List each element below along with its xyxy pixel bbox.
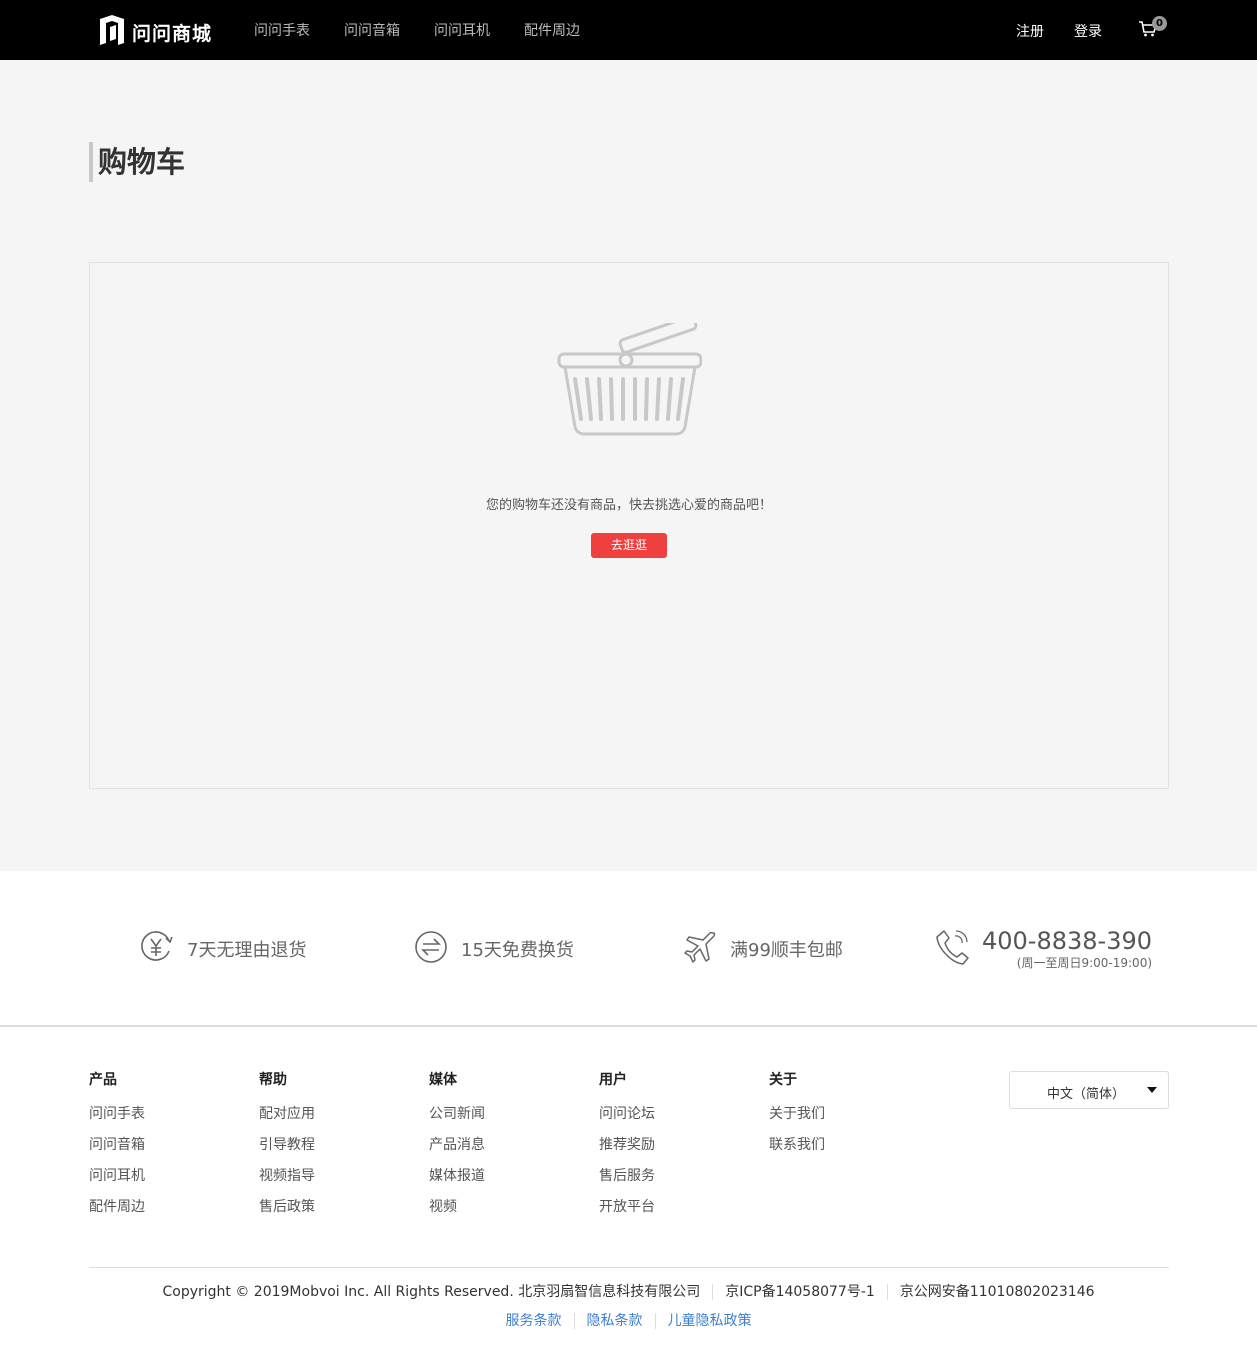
airplane-icon bbox=[684, 930, 718, 968]
footer-column-title: 产品 bbox=[89, 1072, 117, 1088]
service-strip: 7天无理由退货 15天免费换货 满99顺丰包邮 400-8838-390 (周一 bbox=[0, 871, 1257, 1027]
empty-basket-icon bbox=[557, 315, 703, 442]
caret-down-icon bbox=[1147, 1087, 1157, 1093]
cart-count-badge: 0 bbox=[1152, 16, 1167, 31]
footer-link[interactable]: 推荐奖励 bbox=[599, 1137, 759, 1168]
footer-link[interactable]: 配件周边 bbox=[89, 1199, 249, 1230]
separator bbox=[573, 1313, 575, 1329]
logo-icon bbox=[98, 13, 126, 51]
copyright-line: Copyright © 2019Mobvoi Inc. All Rights R… bbox=[0, 1281, 1257, 1301]
footer-link[interactable]: 引导教程 bbox=[259, 1137, 419, 1168]
footer-column-title: 关于 bbox=[769, 1072, 797, 1088]
register-link[interactable]: 注册 bbox=[1016, 21, 1044, 41]
footer-column-title: 帮助 bbox=[259, 1072, 287, 1088]
copyright-text: Copyright © 2019Mobvoi Inc. All Rights R… bbox=[162, 1284, 701, 1300]
page-title: 购物车 bbox=[89, 142, 185, 182]
separator bbox=[886, 1284, 888, 1300]
privacy-link[interactable]: 隐私条款 bbox=[587, 1313, 643, 1329]
terms-link[interactable]: 服务条款 bbox=[506, 1313, 562, 1329]
footer-link[interactable]: 媒体报道 bbox=[429, 1168, 589, 1199]
empty-cart-message: 您的购物车还没有商品，快去挑选心爱的商品吧！ bbox=[485, 498, 772, 513]
service-return-text: 7天无理由退货 bbox=[187, 940, 307, 961]
footer-link[interactable]: 售后服务 bbox=[599, 1168, 759, 1199]
separator bbox=[654, 1313, 656, 1329]
footer-column-title: 用户 bbox=[599, 1072, 627, 1088]
service-exchange-text: 15天免费换货 bbox=[461, 940, 574, 961]
service-return: 7天无理由退货 bbox=[139, 871, 306, 1027]
language-select-value: 中文（简体） bbox=[1047, 1087, 1126, 1102]
go-shopping-button[interactable]: 去逛逛 bbox=[591, 533, 667, 558]
nav-item-watch[interactable]: 问问手表 bbox=[254, 20, 310, 40]
exchange-icon bbox=[413, 929, 449, 969]
footer-link[interactable]: 视频 bbox=[429, 1199, 589, 1230]
footer-link[interactable]: 开放平台 bbox=[599, 1199, 759, 1230]
nav-item-accessories[interactable]: 配件周边 bbox=[524, 20, 580, 40]
footer-column-media: 媒体 公司新闻 产品消息 媒体报道 视频 bbox=[429, 1069, 589, 1230]
hotline-block: 400-8838-390 (周一至周日9:00-19:00) bbox=[982, 928, 1152, 971]
footer-link[interactable]: 问问手表 bbox=[89, 1106, 249, 1137]
footer-column-products: 产品 问问手表 问问音箱 问问耳机 配件周边 bbox=[89, 1069, 249, 1230]
separator bbox=[712, 1284, 714, 1300]
brand-name: 问问商城 bbox=[132, 22, 213, 45]
footer-link[interactable]: 公司新闻 bbox=[429, 1106, 589, 1137]
footer-link[interactable]: 问问音箱 bbox=[89, 1137, 249, 1168]
service-shipping-text: 满99顺丰包邮 bbox=[730, 940, 843, 961]
footer-link[interactable]: 售后政策 bbox=[259, 1199, 419, 1230]
legal-links: 服务条款 隐私条款 儿童隐私政策 bbox=[0, 1310, 1257, 1330]
language-select[interactable]: 中文（简体） bbox=[1009, 1071, 1169, 1109]
icp-number[interactable]: 京ICP备14058077号-1 bbox=[725, 1284, 875, 1300]
footer-link[interactable]: 产品消息 bbox=[429, 1137, 589, 1168]
child-privacy-link[interactable]: 儿童隐私政策 bbox=[668, 1313, 752, 1329]
footer-column-users: 用户 问问论坛 推荐奖励 售后服务 开放平台 bbox=[599, 1069, 759, 1230]
login-link[interactable]: 登录 bbox=[1074, 21, 1102, 41]
footer-link[interactable]: 关于我们 bbox=[769, 1106, 929, 1137]
hotline-hours: (周一至周日9:00-19:00) bbox=[1016, 955, 1153, 970]
brand-logo[interactable]: 问问商城 bbox=[98, 13, 212, 51]
footer-divider bbox=[89, 1267, 1169, 1268]
footer-link[interactable]: 配对应用 bbox=[259, 1106, 419, 1137]
yuan-return-icon bbox=[139, 929, 175, 969]
footer-link[interactable]: 联系我们 bbox=[769, 1137, 929, 1168]
footer-column-title: 媒体 bbox=[429, 1072, 457, 1088]
footer-link[interactable]: 问问耳机 bbox=[89, 1168, 249, 1199]
nav-item-speaker[interactable]: 问问音箱 bbox=[344, 20, 400, 40]
top-header: 问问商城 问问手表 问问音箱 问问耳机 配件周边 注册 登录 0 bbox=[0, 0, 1257, 60]
nav-item-earphones[interactable]: 问问耳机 bbox=[434, 20, 490, 40]
empty-cart-panel: 您的购物车还没有商品，快去挑选心爱的商品吧！ 去逛逛 bbox=[89, 262, 1169, 789]
footer-column-about: 关于 关于我们 联系我们 bbox=[769, 1069, 929, 1168]
phone-icon bbox=[934, 927, 970, 971]
service-hotline: 400-8838-390 (周一至周日9:00-19:00) bbox=[934, 871, 1152, 1027]
cart-main: 购物车 您的购物车还没有商品，快去挑选心爱的商品吧！ 去逛逛 bbox=[0, 60, 1257, 871]
police-record[interactable]: 京公网安备11010802023146 bbox=[900, 1284, 1095, 1300]
service-shipping: 满99顺丰包邮 bbox=[684, 871, 843, 1027]
cart-button[interactable]: 0 bbox=[1138, 16, 1170, 44]
footer-link[interactable]: 视频指导 bbox=[259, 1168, 419, 1199]
main-nav: 问问手表 问问音箱 问问耳机 配件周边 bbox=[254, 0, 614, 60]
hotline-number[interactable]: 400-8838-390 bbox=[982, 928, 1152, 954]
service-exchange: 15天免费换货 bbox=[413, 871, 574, 1027]
site-footer: 产品 问问手表 问问音箱 问问耳机 配件周边 帮助 配对应用 引导教程 视频指导… bbox=[0, 1029, 1257, 1366]
footer-link[interactable]: 问问论坛 bbox=[599, 1106, 759, 1137]
footer-column-help: 帮助 配对应用 引导教程 视频指导 售后政策 bbox=[259, 1069, 419, 1230]
